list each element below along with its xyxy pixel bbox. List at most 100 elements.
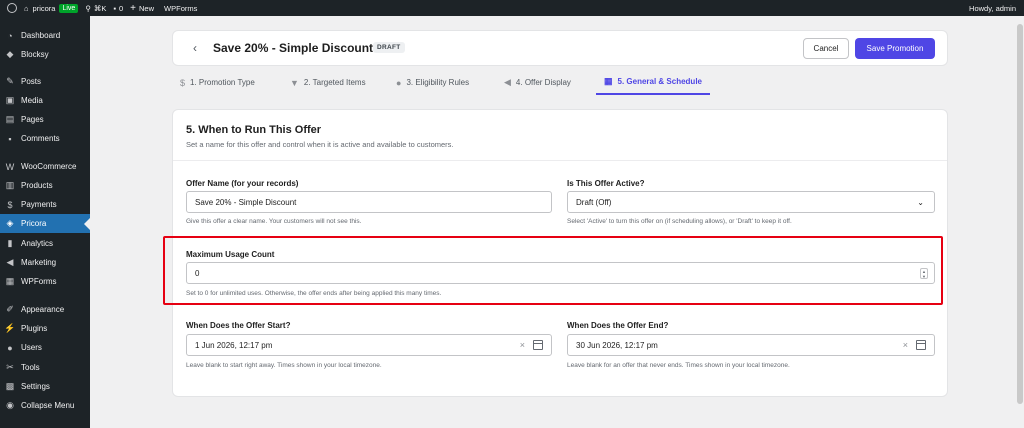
sidebar-item-marketing[interactable]: ◀ Marketing: [0, 253, 90, 272]
sidebar-item-label: Appearance: [21, 305, 65, 314]
active-select[interactable]: Draft (Off) ⌄: [567, 191, 935, 213]
sidebar-item-analytics[interactable]: ▮ Analytics: [0, 234, 90, 253]
sidebar-item-label: Collapse Menu: [21, 401, 75, 410]
chevron-down-icon: ⌄: [917, 198, 924, 207]
calendar-icon[interactable]: [533, 340, 543, 350]
wpforms-label: WPForms: [164, 3, 198, 13]
account-menu[interactable]: Howdy, admin: [969, 0, 1016, 16]
sidebar-item-label: Settings: [21, 382, 50, 391]
sidebar-item-label: Payments: [21, 200, 57, 209]
sidebar-item-appearance[interactable]: ✐ Appearance: [0, 300, 90, 319]
command-search[interactable]: ⚲ ⌘K: [85, 4, 106, 13]
sidebar-item-label: Users: [21, 343, 42, 352]
site-name-link[interactable]: ⌂ pricora Live: [24, 3, 79, 13]
scrollbar-thumb[interactable]: [1017, 24, 1023, 404]
start-date-input[interactable]: 1 Jun 2026, 12:17 pm ×: [186, 334, 552, 356]
sidebar-item-pages[interactable]: ▤ Pages: [0, 110, 90, 129]
end-help: Leave blank for an offer that never ends…: [567, 362, 790, 369]
sidebar-item-users[interactable]: ● Users: [0, 338, 90, 357]
sidebar-item-label: Media: [21, 96, 43, 105]
dollar-circle-icon: $: [180, 77, 186, 88]
highlight-annotation: [163, 236, 943, 305]
end-date-input[interactable]: 30 Jun 2026, 12:17 pm ×: [567, 334, 935, 356]
active-value: Draft (Off): [576, 197, 612, 207]
offer-name-help: Give this offer a clear name. Your custo…: [186, 218, 362, 225]
media-icon: ▣: [5, 95, 15, 105]
tab-label: 3. Eligibility Rules: [406, 78, 470, 87]
sidebar-item-tools[interactable]: ✂ Tools: [0, 358, 90, 377]
sidebar-item-media[interactable]: ▣ Media: [0, 91, 90, 110]
filter-icon: ▼: [290, 77, 299, 88]
megaphone-icon: ◀: [504, 77, 511, 87]
sidebar-item-label: Tools: [21, 363, 40, 372]
howdy-label: Howdy, admin: [969, 3, 1016, 13]
promotion-header: ‹ Save 20% - Simple Discount DRAFT Cance…: [172, 30, 948, 66]
active-help: Select 'Active' to turn this offer on (i…: [567, 218, 792, 225]
wordpress-logo-icon[interactable]: [7, 3, 17, 13]
cancel-button[interactable]: Cancel: [803, 38, 849, 59]
comments-link[interactable]: ▪ 0: [113, 4, 123, 13]
sidebar-item-settings[interactable]: ▩ Settings: [0, 377, 90, 396]
wpforms-link[interactable]: WPForms: [164, 4, 197, 13]
dashboard-icon: ◔: [7, 30, 13, 41]
tab-label: 5. General & Schedule: [617, 77, 702, 86]
tab-promotion-type[interactable]: $ 1. Promotion Type: [180, 70, 255, 95]
page-scrollbar[interactable]: [1016, 16, 1024, 428]
users-icon: ●: [7, 342, 13, 353]
sidebar-item-wpforms[interactable]: ▦ WPForms: [0, 272, 90, 291]
sidebar-item-pricora[interactable]: ◈ Pricora: [0, 214, 90, 233]
sidebar-item-label: Analytics: [21, 239, 54, 248]
clear-icon[interactable]: ×: [903, 340, 908, 350]
tab-general-schedule[interactable]: ▦ 5. General & Schedule: [596, 70, 710, 95]
sidebar-item-plugins[interactable]: ⚡ Plugins: [0, 319, 90, 338]
clear-icon[interactable]: ×: [520, 340, 525, 350]
chevron-left-icon[interactable]: ‹: [193, 41, 197, 55]
sidebar-item-payments[interactable]: $ Payments: [0, 195, 90, 214]
sidebar-item-woocommerce[interactable]: W WooCommerce: [0, 157, 90, 176]
start-label: When Does the Offer Start?: [186, 321, 291, 330]
settings-icon: ▩: [5, 381, 15, 391]
tab-label: 2. Targeted Items: [303, 78, 366, 87]
sidebar-item-products[interactable]: ▥ Products: [0, 176, 90, 195]
section-subtitle: Set a name for this offer and control wh…: [186, 140, 454, 149]
wizard-tabs: $ 1. Promotion Type ▼ 2. Targeted Items …: [172, 70, 948, 96]
status-badge: DRAFT: [373, 42, 405, 53]
sidebar-item-blocksy[interactable]: ◆ Blocksy: [0, 45, 90, 64]
sidebar-item-dashboard[interactable]: ◔ Dashboard: [0, 26, 90, 45]
section-header: 5. When to Run This Offer Set a name for…: [173, 110, 947, 161]
sidebar-item-label: Comments: [21, 134, 60, 143]
sidebar-item-label: Posts: [21, 77, 42, 86]
live-badge: Live: [59, 3, 79, 13]
tab-eligibility-rules[interactable]: ● 3. Eligibility Rules: [396, 70, 469, 95]
new-content-link[interactable]: + New: [130, 3, 154, 14]
user-icon: ●: [396, 77, 402, 88]
payments-icon: $: [7, 199, 13, 210]
offer-name-value: Save 20% - Simple Discount: [195, 197, 297, 207]
blocksy-icon: ◆: [6, 49, 14, 59]
shortcut-label: ⌘K: [93, 3, 107, 13]
site-name: pricora: [32, 3, 56, 13]
start-help: Leave blank to start right away. Times s…: [186, 362, 382, 369]
active-label: Is This Offer Active?: [567, 179, 645, 188]
sidebar-item-posts[interactable]: ✎ Posts: [0, 72, 90, 91]
admin-bar: ⌂ pricora Live ⚲ ⌘K ▪ 0 + New WPForms Ho…: [0, 0, 1024, 16]
save-promotion-button[interactable]: Save Promotion: [855, 38, 935, 59]
comment-bubble-icon: ▪: [113, 3, 116, 13]
megaphone-icon: ◀: [6, 257, 14, 267]
analytics-icon: ▮: [7, 238, 13, 248]
calendar-icon[interactable]: [916, 340, 926, 350]
sidebar-item-label: Products: [21, 181, 53, 190]
tab-targeted-items[interactable]: ▼ 2. Targeted Items: [290, 70, 366, 95]
wrench-icon: ✂: [6, 362, 14, 372]
sidebar-item-comments[interactable]: ▪ Comments: [0, 129, 90, 148]
sidebar-item-collapse-menu[interactable]: ◉ Collapse Menu: [0, 396, 90, 415]
tab-offer-display[interactable]: ◀ 4. Offer Display: [504, 70, 571, 95]
sidebar-item-label: Pages: [21, 115, 44, 124]
collapse-icon: ◉: [6, 400, 14, 410]
end-label: When Does the Offer End?: [567, 321, 669, 330]
wpforms-icon: ▦: [5, 276, 15, 286]
sidebar-item-label: Plugins: [21, 324, 48, 333]
offer-name-label: Offer Name (for your records): [186, 179, 299, 188]
offer-name-input[interactable]: Save 20% - Simple Discount: [186, 191, 552, 213]
search-icon: ⚲: [85, 3, 91, 13]
